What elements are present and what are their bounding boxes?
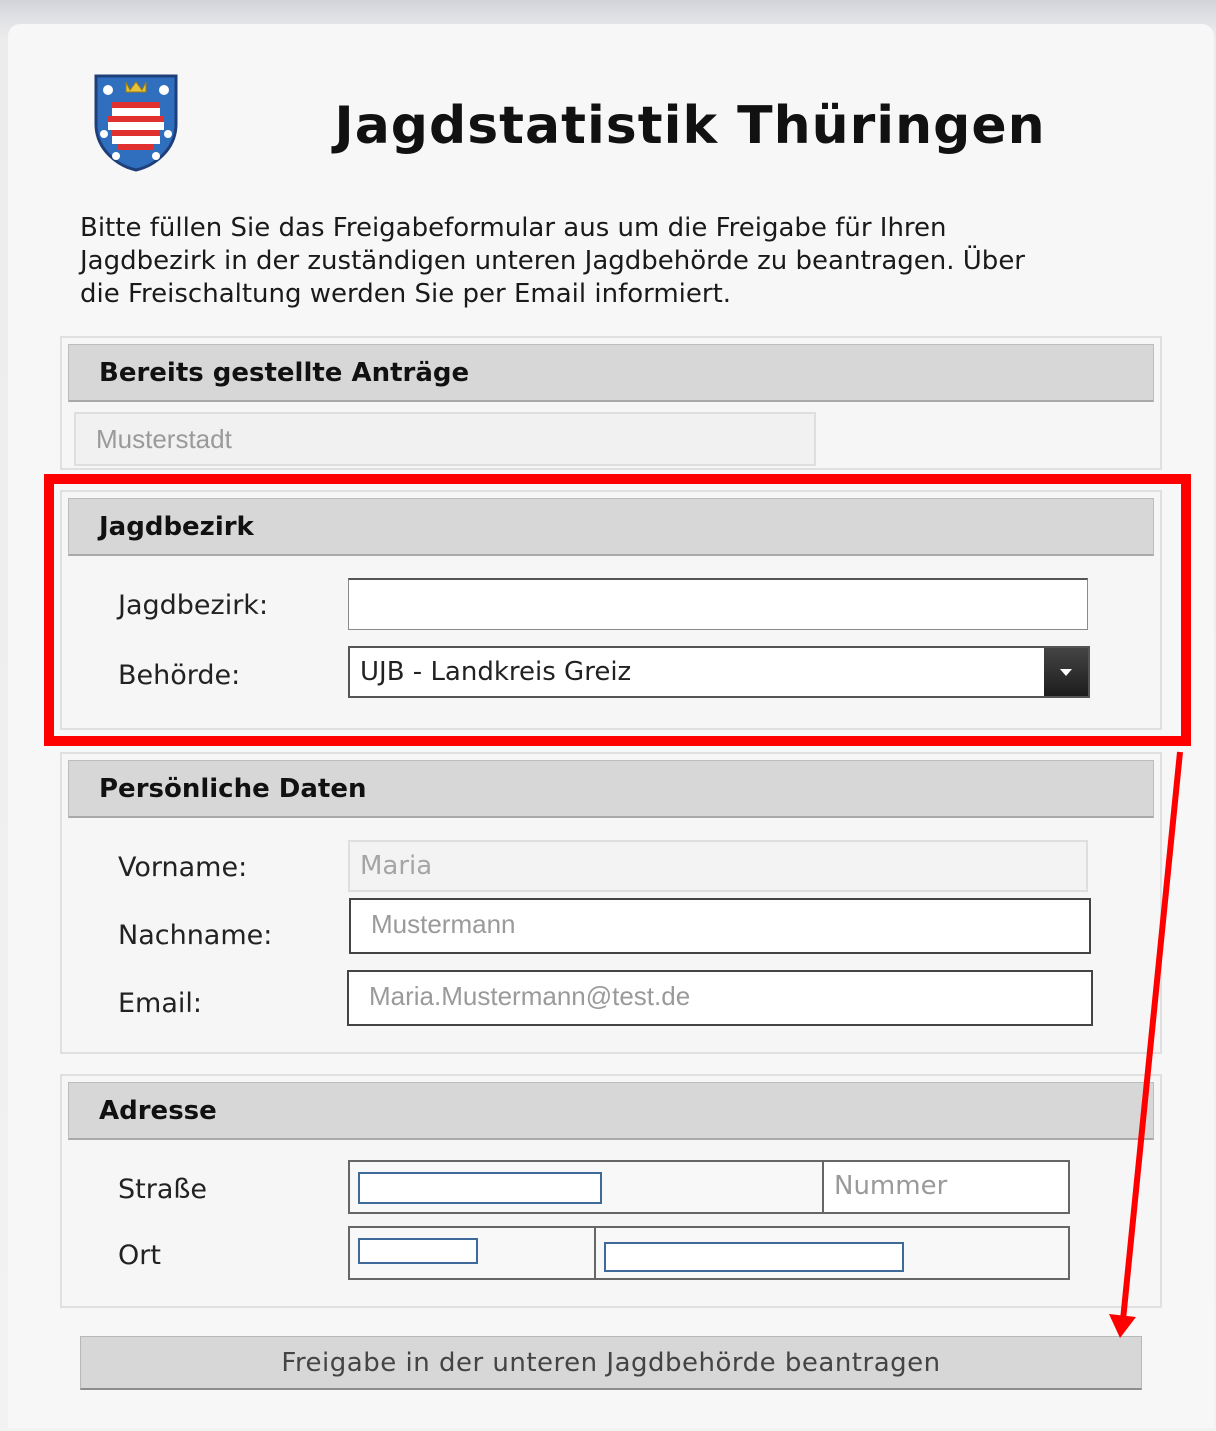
plz-input[interactable]: [358, 1238, 478, 1264]
section-heading: Persönliche Daten: [68, 760, 1154, 818]
behoerde-select[interactable]: UJB - Landkreis Greiz: [348, 646, 1090, 698]
behoerde-label: Behörde:: [118, 660, 241, 691]
nachname-label: Nachname:: [118, 920, 273, 951]
antraege-list-item[interactable]: Musterstadt: [74, 412, 816, 466]
dropdown-toggle[interactable]: [1044, 648, 1088, 696]
strasse-field[interactable]: [348, 1160, 824, 1214]
section-jagdbezirk: Jagdbezirk Jagdbezirk: Behörde: UJB - La…: [60, 490, 1162, 730]
section-heading: Adresse: [68, 1082, 1154, 1140]
intro-line: die Freischaltung werden Sie per Email i…: [80, 279, 732, 309]
email-label: Email:: [118, 988, 203, 1019]
ort-input[interactable]: [604, 1242, 904, 1272]
section-heading: Jagdbezirk: [68, 498, 1154, 556]
section-address: Adresse Straße Nummer Ort: [60, 1074, 1162, 1308]
vorname-label: Vorname:: [118, 852, 248, 883]
intro-text: Bitte füllen Sie das Freigabeformular au…: [80, 212, 1160, 311]
section-personal: Persönliche Daten Vorname: Maria Nachnam…: [60, 752, 1162, 1054]
intro-line: Bitte füllen Sie das Freigabeformular au…: [80, 213, 947, 243]
submit-button[interactable]: Freigabe in der unteren Jagdbehörde bean…: [80, 1336, 1142, 1390]
section-antraege: Bereits gestellte Anträge Musterstadt: [60, 336, 1162, 470]
lion-shield-icon: [94, 74, 178, 172]
jagdbezirk-label: Jagdbezirk:: [118, 590, 269, 621]
section-heading: Bereits gestellte Anträge: [68, 344, 1154, 402]
behoerde-selected-value: UJB - Landkreis Greiz: [360, 657, 632, 687]
page-title: Jagdstatistik Thüringen: [334, 96, 1046, 156]
vorname-input[interactable]: Maria: [348, 840, 1088, 892]
email-input[interactable]: Maria.Mustermann@test.de: [347, 970, 1093, 1026]
intro-line: Jagdbezirk in der zuständigen unteren Ja…: [80, 246, 1026, 276]
nummer-input[interactable]: Nummer: [822, 1160, 1070, 1214]
coat-of-arms-logo: [92, 72, 180, 172]
plz-field[interactable]: [348, 1226, 596, 1280]
jagdbezirk-input[interactable]: [348, 578, 1088, 630]
strasse-label: Straße: [118, 1174, 207, 1205]
nachname-input[interactable]: Mustermann: [349, 898, 1091, 954]
ort-field[interactable]: [594, 1226, 1070, 1280]
strasse-input[interactable]: [358, 1172, 602, 1204]
chevron-down-icon: [1060, 668, 1072, 676]
ort-label: Ort: [118, 1240, 161, 1271]
